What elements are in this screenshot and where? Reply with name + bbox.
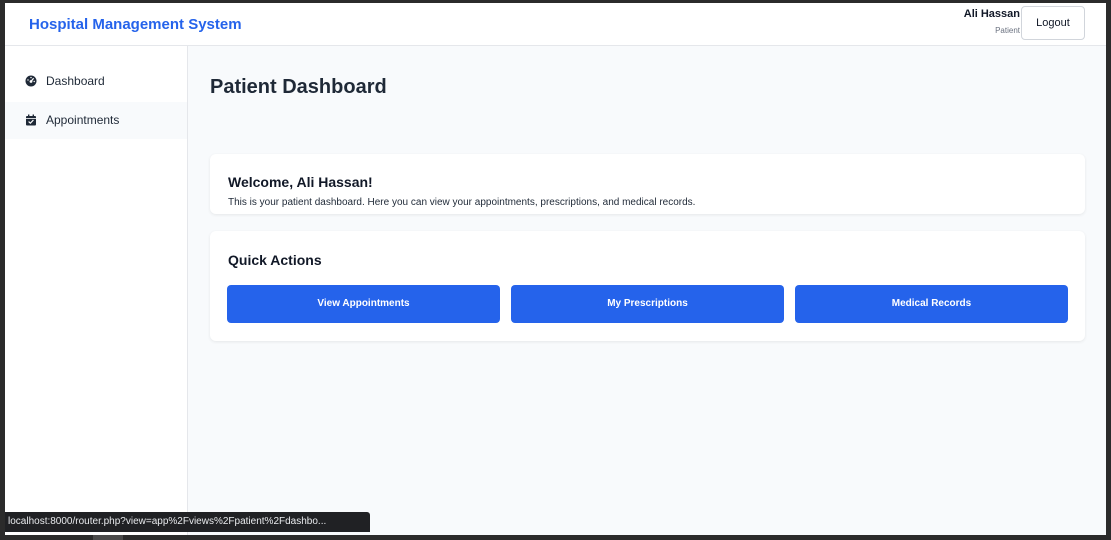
sidebar: Dashboard Appointments bbox=[5, 46, 188, 535]
welcome-card: Welcome, Ali Hassan! This is your patien… bbox=[210, 154, 1085, 214]
welcome-title: Welcome, Ali Hassan! bbox=[228, 174, 373, 190]
user-name: Ali Hassan bbox=[963, 8, 1020, 20]
user-role: Patient bbox=[995, 26, 1020, 35]
quick-actions-card: Quick Actions View Appointments My Presc… bbox=[210, 231, 1085, 341]
quick-actions-title: Quick Actions bbox=[228, 252, 322, 268]
sidebar-item-label: Dashboard bbox=[46, 74, 105, 88]
medical-records-button[interactable]: Medical Records bbox=[795, 285, 1068, 323]
page-title: Patient Dashboard bbox=[210, 76, 387, 98]
view-appointments-button[interactable]: View Appointments bbox=[227, 285, 500, 323]
sidebar-item-appointments[interactable]: Appointments bbox=[5, 102, 187, 139]
sidebar-item-label: Appointments bbox=[46, 113, 120, 127]
taskbar-item bbox=[93, 535, 123, 540]
main-content: Patient Dashboard Welcome, Ali Hassan! T… bbox=[188, 46, 1106, 535]
app-title[interactable]: Hospital Management System bbox=[29, 16, 242, 33]
sidebar-item-dashboard[interactable]: Dashboard bbox=[5, 63, 187, 100]
top-navbar: Hospital Management System Ali Hassan Pa… bbox=[5, 3, 1106, 46]
calendar-check-icon bbox=[25, 114, 37, 126]
user-info: Ali Hassan Patient bbox=[964, 8, 1020, 35]
welcome-text: This is your patient dashboard. Here you… bbox=[228, 197, 696, 208]
my-prescriptions-button[interactable]: My Prescriptions bbox=[511, 285, 784, 323]
dashboard-gauge-icon bbox=[25, 75, 37, 87]
logout-button[interactable]: Logout bbox=[1021, 6, 1085, 40]
browser-viewport: Hospital Management System Ali Hassan Pa… bbox=[5, 3, 1106, 535]
link-status-bar: localhost:8000/router.php?view=app%2Fvie… bbox=[5, 512, 370, 532]
